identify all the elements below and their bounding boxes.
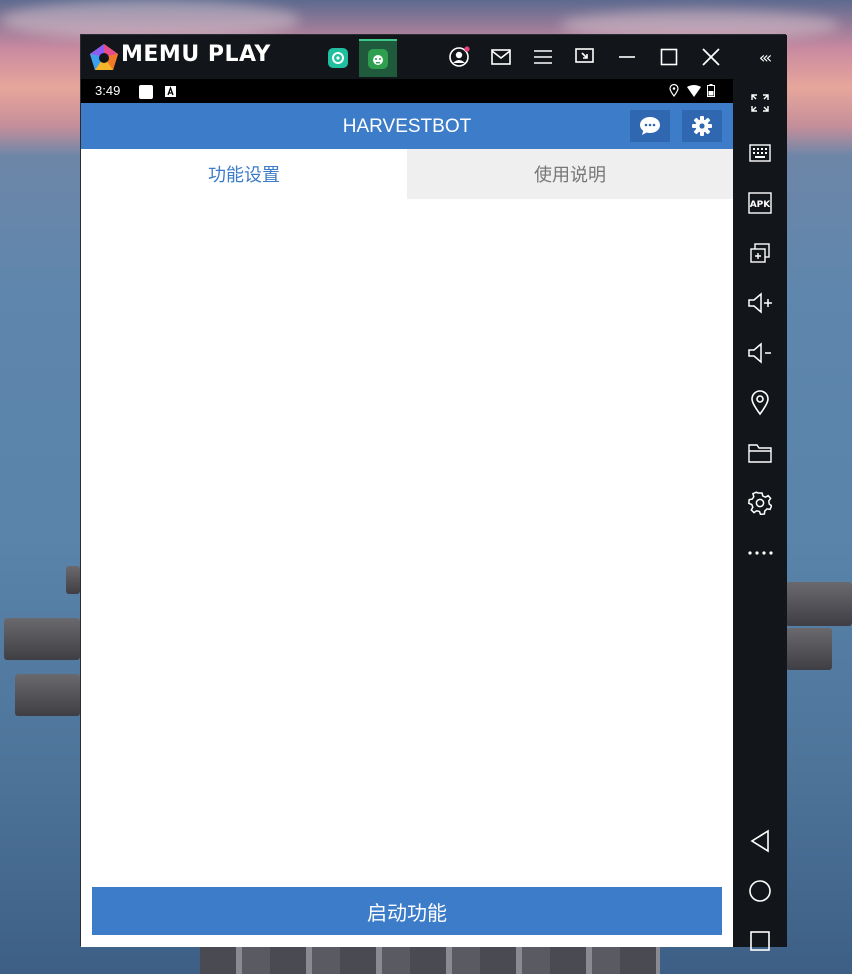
memu-logo-icon [90,44,118,70]
app-tabs: 功能设置 使用说明 [81,149,733,199]
account-icon[interactable] [447,45,471,69]
close-icon[interactable] [699,45,723,69]
start-function-button[interactable]: 启动功能 [92,887,722,935]
desktop-pier-post [4,618,80,660]
back-icon[interactable] [733,821,787,861]
menu-icon[interactable] [531,45,555,69]
battery-icon [707,84,715,101]
fullscreen-icon[interactable] [733,83,787,123]
maximize-icon[interactable] [657,45,681,69]
android-statusbar: 3:49 [81,79,733,103]
gear-icon [692,116,712,136]
app-tab-launcher[interactable] [319,39,357,77]
mail-icon[interactable] [489,45,513,69]
app-tab-harvestbot[interactable] [359,39,397,77]
emulator-window: MEMU PLAY ‹‹‹ 3:49 HARVESTBOT 功能设置 使用说明 … [80,34,787,951]
emulator-titlebar: MEMU PLAY ‹‹‹ [81,35,787,79]
notification-square-icon [139,85,153,103]
tab-content-area [81,199,733,889]
desktop-pier-post [786,628,832,670]
folder-icon[interactable] [733,433,787,473]
keyboard-icon[interactable] [733,133,787,173]
volume-down-icon[interactable] [733,333,787,373]
notification-a-icon [165,86,176,101]
screen-record-icon[interactable] [573,45,597,69]
multi-window-icon[interactable] [733,233,787,273]
minimize-icon[interactable] [615,45,639,69]
tab-function-settings[interactable]: 功能设置 [81,149,407,199]
feedback-button[interactable] [630,110,670,142]
collapse-sidebar-button[interactable]: ‹‹‹ [741,35,787,79]
desktop-pier-post [15,674,80,716]
emulator-brand: MEMU PLAY [121,42,271,67]
launcher-app-icon [328,48,348,68]
location-status-icon [669,83,679,101]
android-screen: 3:49 HARVESTBOT 功能设置 使用说明 启动功能 [81,79,733,947]
home-icon[interactable] [733,871,787,911]
more-icon[interactable] [733,533,787,573]
desktop-pier-post [66,566,80,594]
desktop-pier-deck [200,946,660,974]
app-settings-button[interactable] [682,110,722,142]
volume-up-icon[interactable] [733,283,787,323]
settings-icon[interactable] [733,483,787,523]
apk-icon[interactable]: APK [733,183,787,223]
desktop-pier-post [786,582,852,626]
app-toolbar: HARVESTBOT [81,103,733,149]
emulator-sidebar: APK [733,79,787,951]
harvestbot-app-icon [368,49,388,69]
status-time: 3:49 [95,83,121,98]
tab-usage-instructions[interactable]: 使用说明 [407,149,733,199]
wifi-icon [687,85,701,101]
location-icon[interactable] [733,383,787,423]
chat-bubble-icon [640,117,660,135]
apk-label: APK [750,200,772,210]
recent-apps-icon[interactable] [733,921,787,961]
